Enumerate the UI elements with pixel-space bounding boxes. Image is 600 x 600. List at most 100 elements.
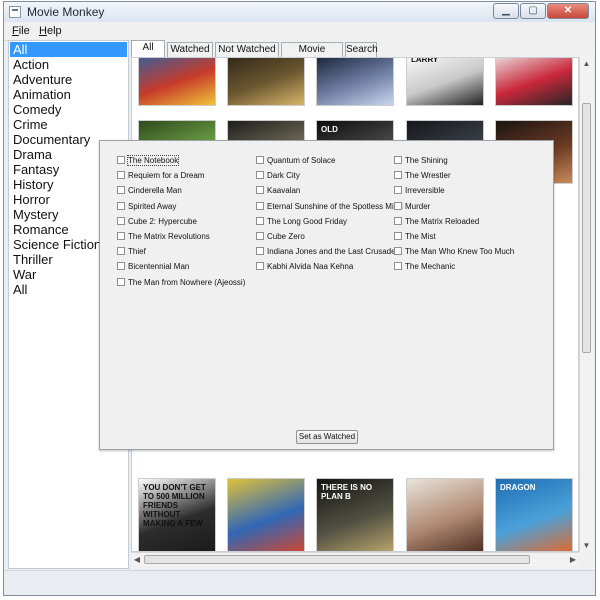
genre-item[interactable]: Crime	[10, 117, 127, 132]
menu-bar: File Help	[4, 22, 595, 41]
close-icon[interactable]: ✕	[547, 3, 589, 19]
checkbox-icon[interactable]	[117, 171, 125, 180]
movie-checkbox-label: The Shining	[405, 156, 448, 165]
scroll-left-icon[interactable]: ◀	[132, 555, 142, 564]
horizontal-scrollbar[interactable]: ◀ ▶	[131, 552, 579, 566]
checkbox-icon[interactable]	[394, 247, 402, 256]
checkbox-icon[interactable]	[117, 262, 125, 271]
movie-checkbox[interactable]: Irreversible	[394, 185, 445, 197]
genre-item[interactable]: Adventure	[10, 72, 127, 87]
checkbox-icon[interactable]	[256, 201, 264, 210]
genre-item[interactable]: All	[10, 42, 127, 57]
checkbox-icon[interactable]	[117, 201, 125, 210]
minimize-icon[interactable]: ▁	[493, 3, 519, 19]
checkbox-icon[interactable]	[117, 156, 125, 164]
movie-checkbox[interactable]: The Man from Nowhere (Ajeossi)	[117, 277, 245, 289]
checkbox-icon[interactable]	[394, 171, 402, 180]
checkbox-icon[interactable]	[394, 232, 402, 240]
movie-checkbox[interactable]: The Wrestler	[394, 170, 451, 182]
checkbox-icon[interactable]	[256, 216, 264, 225]
tab-not-watched[interactable]: Not Watched	[215, 42, 279, 57]
movie-checkbox[interactable]: Cube 2: Hypercube	[117, 216, 197, 228]
movie-poster[interactable]	[316, 58, 394, 106]
movie-poster[interactable]: YOU DON'T GET TO 500 MILLION FRIENDS WIT…	[138, 478, 216, 551]
genre-item[interactable]: Action	[10, 57, 127, 72]
movie-checkbox[interactable]: Murder	[394, 201, 430, 213]
checkbox-icon[interactable]	[394, 201, 402, 210]
movie-checkbox[interactable]: The Matrix Reloaded	[394, 216, 479, 228]
movie-checkbox-label: Thief	[128, 247, 146, 257]
movie-poster[interactable]: LARRY	[406, 58, 484, 106]
menu-file-label: ile	[18, 25, 30, 37]
checkbox-icon[interactable]	[117, 186, 125, 195]
movie-poster[interactable]: THERE IS NO PLAN B	[316, 478, 394, 551]
movie-checkbox-label: The Wrestler	[405, 171, 451, 181]
checkbox-icon[interactable]	[394, 262, 402, 271]
checkbox-icon[interactable]	[117, 232, 125, 240]
checkbox-icon[interactable]	[394, 156, 402, 164]
movie-checkbox[interactable]: Spirited Away	[117, 201, 176, 213]
menu-file[interactable]: File	[12, 25, 30, 37]
menu-help-mnemonic: H	[39, 25, 47, 37]
checkbox-icon[interactable]	[394, 216, 402, 225]
movie-checkbox[interactable]: Kabhi Alvida Naa Kehna	[256, 261, 353, 273]
tab-watched[interactable]: Watched	[167, 42, 213, 57]
checkbox-icon[interactable]	[394, 186, 402, 195]
movie-checkbox[interactable]: Eternal Sunshine of the Spotless Mind	[256, 201, 403, 213]
vertical-scroll-thumb[interactable]	[582, 103, 591, 353]
genre-item[interactable]: Animation	[10, 87, 127, 102]
checkbox-icon[interactable]	[256, 262, 264, 271]
poster-text: DRAGON	[500, 483, 536, 492]
movie-poster[interactable]	[227, 478, 305, 551]
movie-poster[interactable]	[495, 58, 573, 106]
horizontal-scroll-thumb[interactable]	[144, 555, 530, 564]
checkbox-icon[interactable]	[117, 216, 125, 225]
title-bar[interactable]: Movie Monkey ▁ ▢ ✕	[4, 2, 595, 23]
checkbox-icon[interactable]	[256, 156, 264, 164]
tab-search[interactable]: Search	[345, 42, 378, 57]
movie-poster[interactable]	[227, 58, 305, 106]
maximize-icon[interactable]: ▢	[520, 3, 546, 19]
movie-checkbox-label: Quantum of Solace	[267, 156, 336, 165]
scroll-right-icon[interactable]: ▶	[568, 555, 578, 564]
scroll-up-icon[interactable]: ▲	[582, 59, 591, 68]
movie-checkbox[interactable]: Thief	[117, 246, 146, 258]
movie-checkbox[interactable]: Indiana Jones and the Last Crusade	[256, 246, 396, 258]
poster-text: YOU DON'T GET TO 500 MILLION FRIENDS WIT…	[143, 483, 206, 528]
movie-checkbox[interactable]: The Man Who Knew Too Much	[394, 246, 514, 258]
checkbox-icon[interactable]	[117, 277, 125, 286]
tab-all[interactable]: All	[131, 40, 165, 57]
movie-checkbox[interactable]: The Matrix Revolutions	[117, 231, 210, 243]
movie-checkbox[interactable]: The Notebook	[117, 155, 180, 167]
movie-checkbox-label: Kaavalan	[267, 186, 301, 196]
checkbox-icon[interactable]	[256, 186, 264, 195]
tab-movie-details[interactable]: Movie Details	[281, 42, 343, 68]
movie-checkbox[interactable]: Cinderella Man	[117, 185, 182, 197]
checkbox-icon[interactable]	[117, 247, 125, 256]
vertical-scrollbar[interactable]: ▲ ▼	[579, 57, 593, 552]
checkbox-icon[interactable]	[256, 247, 264, 256]
movie-checkbox[interactable]: Requiem for a Dream	[117, 170, 204, 182]
menu-file-mnemonic: F	[12, 25, 19, 37]
movie-checkbox[interactable]: The Long Good Friday	[256, 216, 347, 228]
movie-checkbox[interactable]: Dark City	[256, 170, 300, 182]
movie-poster[interactable]	[406, 478, 484, 551]
movie-checkbox[interactable]: Bicentennial Man	[117, 261, 189, 273]
movie-checkbox[interactable]: Cube Zero	[256, 231, 305, 243]
movie-checkbox-label: The Matrix Reloaded	[405, 216, 480, 226]
movie-checkbox[interactable]: Quantum of Solace	[256, 155, 335, 167]
menu-help[interactable]: Help	[39, 25, 62, 37]
movie-checkbox[interactable]: Kaavalan	[256, 185, 300, 197]
checkbox-icon[interactable]	[256, 232, 264, 240]
set-as-watched-button[interactable]: Set as Watched	[296, 430, 358, 444]
movie-checkbox[interactable]: The Mechanic	[394, 261, 455, 273]
status-bar	[4, 570, 595, 595]
scroll-down-icon[interactable]: ▼	[582, 541, 591, 550]
movie-poster[interactable]: DRAGON	[495, 478, 573, 551]
movie-poster[interactable]	[138, 58, 216, 106]
movie-checkbox-label: Eternal Sunshine of the Spotless Mind	[267, 201, 403, 211]
genre-item[interactable]: Comedy	[10, 102, 127, 117]
checkbox-icon[interactable]	[256, 171, 264, 180]
movie-checkbox[interactable]: The Shining	[394, 155, 448, 167]
movie-checkbox[interactable]: The Mist	[394, 231, 436, 243]
